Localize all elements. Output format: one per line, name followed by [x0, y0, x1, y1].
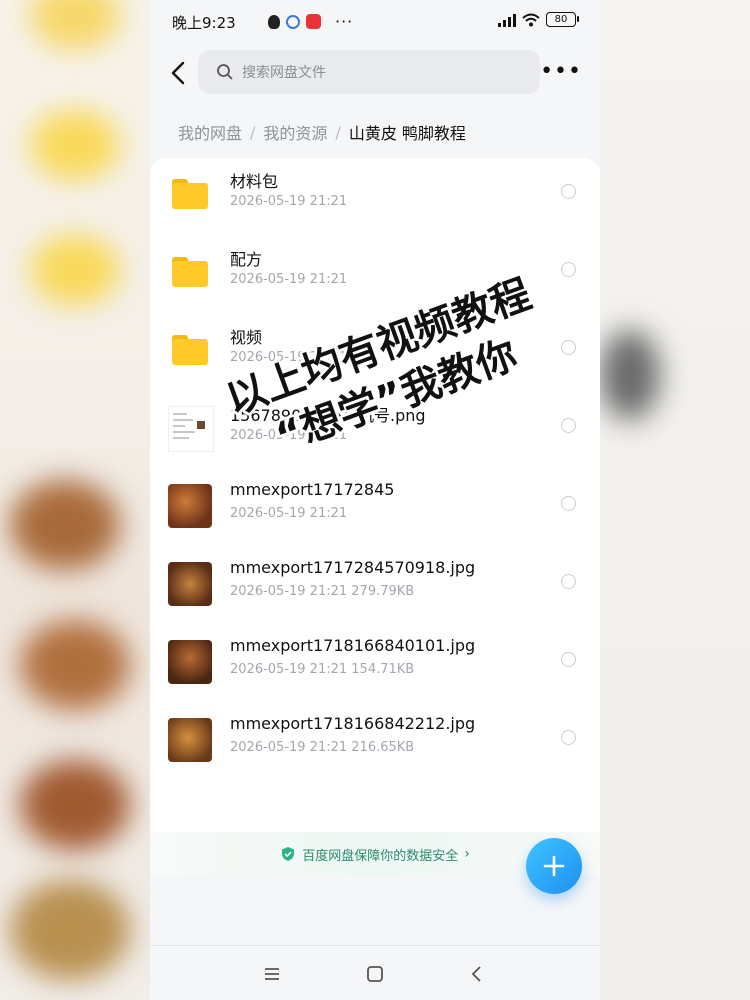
status-app-icons: ··· [268, 12, 353, 31]
more-notifications-icon: ··· [335, 12, 354, 31]
file-meta: 2026-05-19 21:21 216.65KB [230, 740, 415, 755]
select-checkbox[interactable] [561, 730, 576, 745]
phone-screen: 晚上9:23 ··· 80 搜索网盘文件 ••• 我的网盘 / 我的资源 / 山… [150, 0, 600, 1000]
breadcrumb-separator: / [250, 122, 256, 142]
file-meta: 2026-05-19 21:21 154.71KB [230, 662, 415, 677]
cloud-icon [286, 14, 300, 29]
file-meta: 2026-05-19 21:21 [230, 506, 348, 521]
battery-icon: 80 [546, 12, 579, 27]
chevron-right-icon: › [464, 846, 470, 862]
select-checkbox[interactable] [561, 418, 576, 433]
file-name: 材料包 [230, 172, 279, 191]
list-item[interactable]: mmexport1718166840101.jpg 2026-05-19 21:… [150, 626, 600, 704]
file-name: mmexport1718166842212.jpg [230, 714, 476, 733]
file-name: 配方 [230, 250, 263, 269]
file-name: mmexport17172845 [230, 480, 395, 499]
file-meta: 2026-05-19 21:21 [230, 272, 348, 287]
image-thumbnail [168, 562, 212, 606]
select-checkbox[interactable] [561, 496, 576, 511]
breadcrumb-item-my-resources[interactable]: 我的资源 [263, 120, 327, 144]
add-button[interactable] [526, 838, 582, 894]
menu-icon[interactable] [260, 962, 284, 986]
breadcrumb-item-my-disk[interactable]: 我的网盘 [178, 120, 242, 144]
select-checkbox[interactable] [561, 652, 576, 667]
search-icon [217, 64, 233, 80]
list-item[interactable]: mmexport17172845 2026-05-19 21:21 [150, 470, 600, 548]
file-name: mmexport1718166840101.jpg [230, 636, 476, 655]
folder-icon [168, 172, 212, 216]
wifi-icon [522, 13, 540, 26]
back-button[interactable] [164, 58, 194, 88]
image-thumbnail [168, 484, 212, 528]
image-thumbnail [168, 718, 212, 762]
file-name: 视频 [230, 328, 263, 347]
system-nav-bar [150, 945, 600, 1000]
more-menu-button[interactable]: ••• [540, 61, 582, 83]
breadcrumb: 我的网盘 / 我的资源 / 山黄皮 鸭脚教程 [178, 120, 466, 144]
plus-icon [543, 855, 565, 877]
status-indicators: 80 [498, 12, 579, 27]
select-checkbox[interactable] [561, 262, 576, 277]
select-checkbox[interactable] [561, 184, 576, 199]
file-meta: 2026-05-19 21:21 [230, 194, 348, 209]
file-meta: 2026-05-19 21:21 279.79KB [230, 584, 415, 599]
folder-icon [168, 328, 212, 372]
breadcrumb-current: 山黄皮 鸭脚教程 [348, 124, 466, 143]
folder-icon [168, 250, 212, 294]
status-time: 晚上9:23 [172, 14, 236, 32]
select-checkbox[interactable] [561, 574, 576, 589]
list-item[interactable]: mmexport1718166842212.jpg 2026-05-19 21:… [150, 704, 600, 782]
back-nav-icon[interactable] [465, 962, 489, 986]
shield-icon [282, 847, 295, 861]
search-input[interactable]: 搜索网盘文件 [198, 50, 540, 94]
background-right [600, 0, 750, 1000]
search-placeholder: 搜索网盘文件 [242, 65, 326, 81]
file-name: mmexport1717284570918.jpg [230, 558, 476, 577]
security-text: 百度网盘保障你的数据安全 [302, 848, 459, 864]
list-item[interactable]: mmexport1717284570918.jpg 2026-05-19 21:… [150, 548, 600, 626]
status-bar: 晚上9:23 ··· 80 [150, 0, 600, 44]
app-badge-icon [306, 14, 321, 29]
image-thumbnail [168, 640, 212, 684]
top-bar: 搜索网盘文件 ••• [150, 50, 600, 96]
file-list: 材料包 2026-05-19 21:21 配方 2026-05-19 21:21… [150, 158, 600, 858]
home-icon[interactable] [363, 962, 387, 986]
qq-icon [268, 14, 280, 29]
signal-icon [498, 13, 516, 27]
background-left [0, 0, 150, 1000]
list-item[interactable]: 材料包 2026-05-19 21:21 [150, 158, 600, 236]
breadcrumb-separator: / [335, 122, 341, 142]
